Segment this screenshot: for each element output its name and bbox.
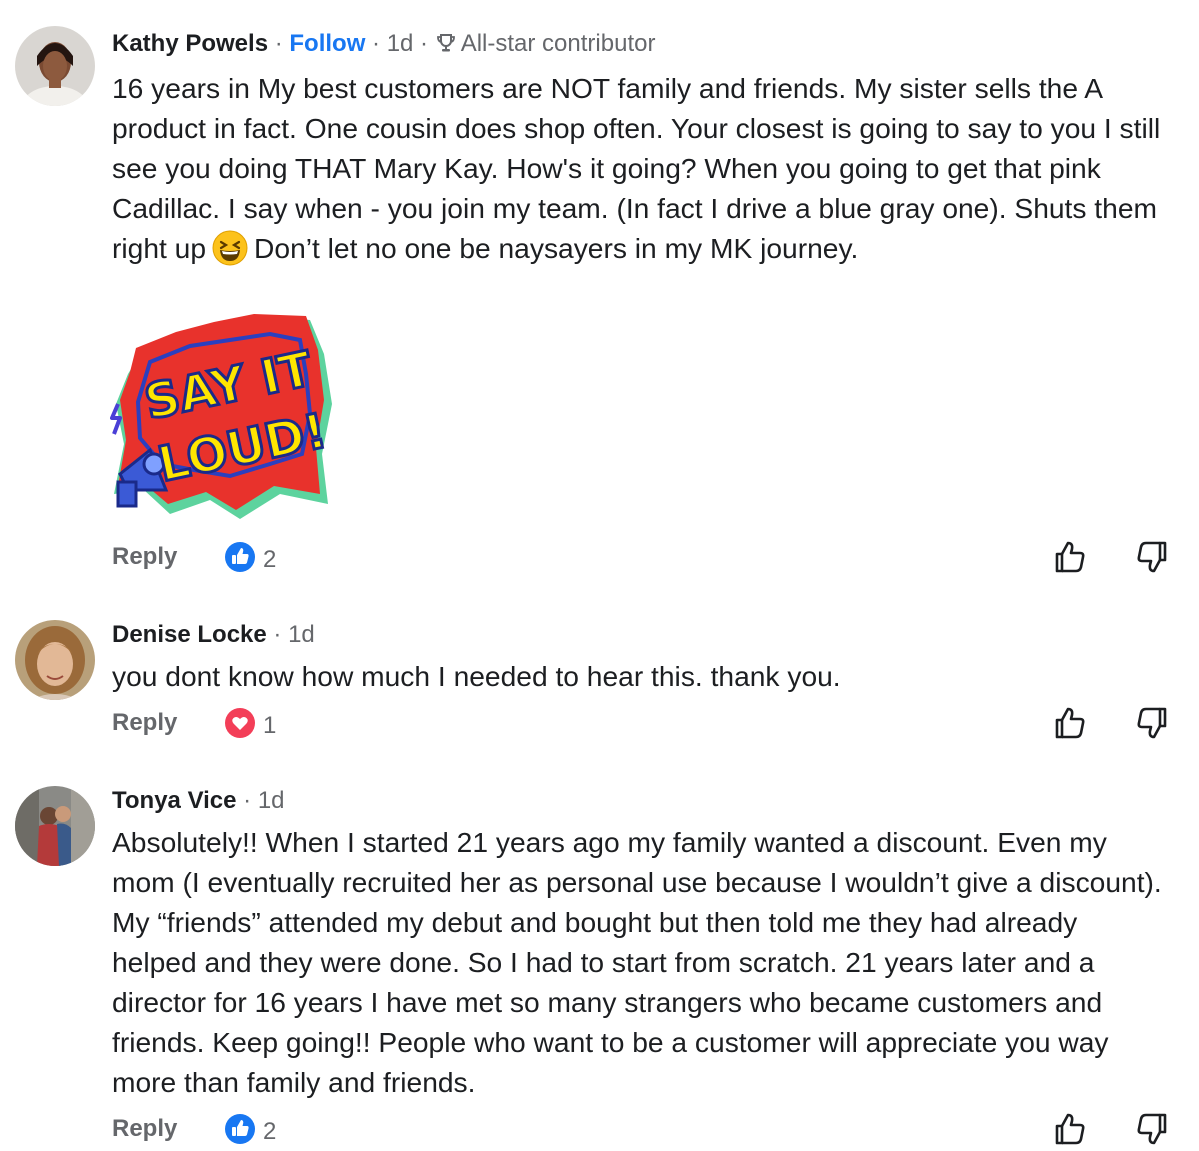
comment-actions: Reply 1 — [112, 705, 1199, 741]
author-name[interactable]: Kathy Powels — [112, 30, 268, 57]
love-icon — [225, 708, 255, 743]
comment-meta: Kathy Powels · Follow · 1d · All-star co… — [112, 29, 1169, 62]
comment-meta: Tonya Vice · 1d — [112, 786, 1169, 816]
separator: · — [413, 30, 435, 57]
avatar[interactable] — [15, 26, 95, 106]
avatar[interactable] — [15, 620, 95, 700]
follow-button[interactable]: Follow — [289, 30, 365, 57]
comment-denise-locke: Denise Locke · 1d you dont know how much… — [0, 600, 1199, 760]
reaction-count: 2 — [263, 1117, 277, 1145]
comment-actions: Reply 2 — [112, 1111, 1199, 1147]
say-it-loud-sticker[interactable]: SAY IT LOUD! — [110, 314, 333, 524]
comment-kathy-powels: Kathy Powels · Follow · 1d · All-star co… — [0, 0, 1199, 590]
comment-text: Absolutely!! When I started 21 years ago… — [112, 826, 1162, 1098]
badge-label: All-star contributor — [460, 30, 656, 57]
author-name[interactable]: Tonya Vice — [112, 787, 237, 814]
separator: · — [365, 30, 387, 57]
comment-text: you dont know how much I needed to hear … — [112, 660, 841, 692]
separator: · — [236, 787, 258, 814]
thumbs-down-icon[interactable] — [1134, 1111, 1170, 1147]
comment-text: 16 years in My best customers are NOT fa… — [112, 68, 1169, 268]
timestamp[interactable]: 1d — [288, 621, 315, 648]
grinning-squinting-face-icon — [212, 230, 248, 266]
thumbs-up-icon[interactable] — [1052, 539, 1088, 575]
thumbs-up-icon[interactable] — [1052, 1111, 1088, 1147]
thumbs-down-icon[interactable] — [1134, 539, 1170, 575]
reply-button[interactable]: Reply — [112, 1111, 177, 1147]
timestamp[interactable]: 1d — [258, 787, 285, 814]
author-name[interactable]: Denise Locke — [112, 621, 267, 648]
reaction-summary[interactable]: 2 — [225, 542, 276, 577]
separator: · — [268, 30, 290, 57]
comment-meta: Denise Locke · 1d — [112, 620, 1169, 650]
thumbs-down-icon[interactable] — [1134, 705, 1170, 741]
thumbs-up-icon[interactable] — [1052, 705, 1088, 741]
reaction-count: 2 — [263, 545, 277, 573]
reply-button[interactable]: Reply — [112, 539, 177, 575]
separator: · — [266, 621, 289, 648]
reply-button[interactable]: Reply — [112, 705, 177, 741]
comment-tonya-vice: Tonya Vice · 1d Absolutely!! When I star… — [0, 766, 1199, 1151]
like-icon — [225, 1114, 255, 1149]
avatar[interactable] — [15, 786, 95, 866]
comment-actions: Reply 2 — [112, 539, 1199, 575]
trophy-icon — [435, 32, 457, 62]
comment-text-part: Don’t let no one be naysayers in my MK j… — [254, 232, 859, 264]
like-icon — [225, 542, 255, 577]
reaction-count: 1 — [263, 711, 277, 739]
timestamp[interactable]: 1d — [387, 30, 414, 57]
reaction-summary[interactable]: 2 — [225, 1114, 276, 1149]
reaction-summary[interactable]: 1 — [225, 708, 276, 743]
